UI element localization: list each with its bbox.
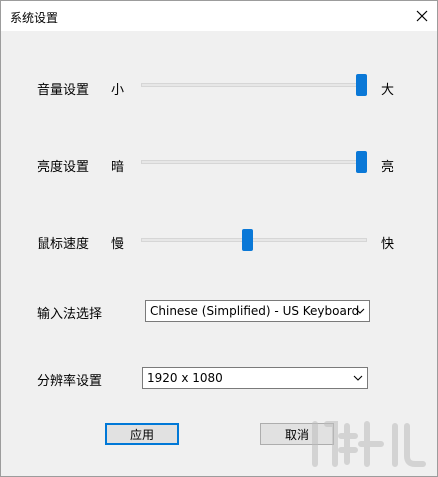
mouse-speed-max-label: 快 [381,237,395,252]
mouse-speed-label: 鼠标速度 [37,237,90,252]
brightness-label: 亮度设置 [37,160,90,175]
volume-label: 音量设置 [37,83,90,98]
input-method-dropdown[interactable]: Chinese (Simplified) - US Keyboard [145,300,370,322]
brightness-slider-track[interactable] [141,160,367,164]
mouse-speed-min-label: 慢 [111,237,125,252]
brightness-min-label: 暗 [111,160,125,175]
input-method-label: 输入法选择 [37,307,103,322]
apply-button[interactable]: 应用 [105,423,179,445]
mouse-speed-slider-track[interactable] [141,238,367,242]
close-button[interactable] [407,1,437,31]
volume-min-label: 小 [111,83,125,98]
chevron-down-icon [355,308,365,314]
volume-slider-thumb[interactable] [356,74,367,96]
volume-slider-track[interactable] [141,83,367,87]
watermark-logo [312,421,426,467]
title-bar: 系统设置 [1,1,437,31]
resolution-label: 分辨率设置 [37,374,103,389]
mouse-speed-slider-thumb[interactable] [242,229,254,251]
resolution-value: 1920 x 1080 [147,371,223,385]
volume-max-label: 大 [381,83,395,98]
close-icon [416,10,428,22]
resolution-dropdown[interactable]: 1920 x 1080 [142,367,368,389]
chevron-down-icon [353,375,363,381]
window-title: 系统设置 [10,11,59,25]
brightness-max-label: 亮 [381,160,395,175]
input-method-value: Chinese (Simplified) - US Keyboard [150,304,360,318]
brightness-slider-thumb[interactable] [356,151,367,173]
settings-window: 系统设置 音量设置 小 大 亮度设置 暗 亮 鼠标速度 慢 快 输入法选择 Ch… [0,0,438,477]
